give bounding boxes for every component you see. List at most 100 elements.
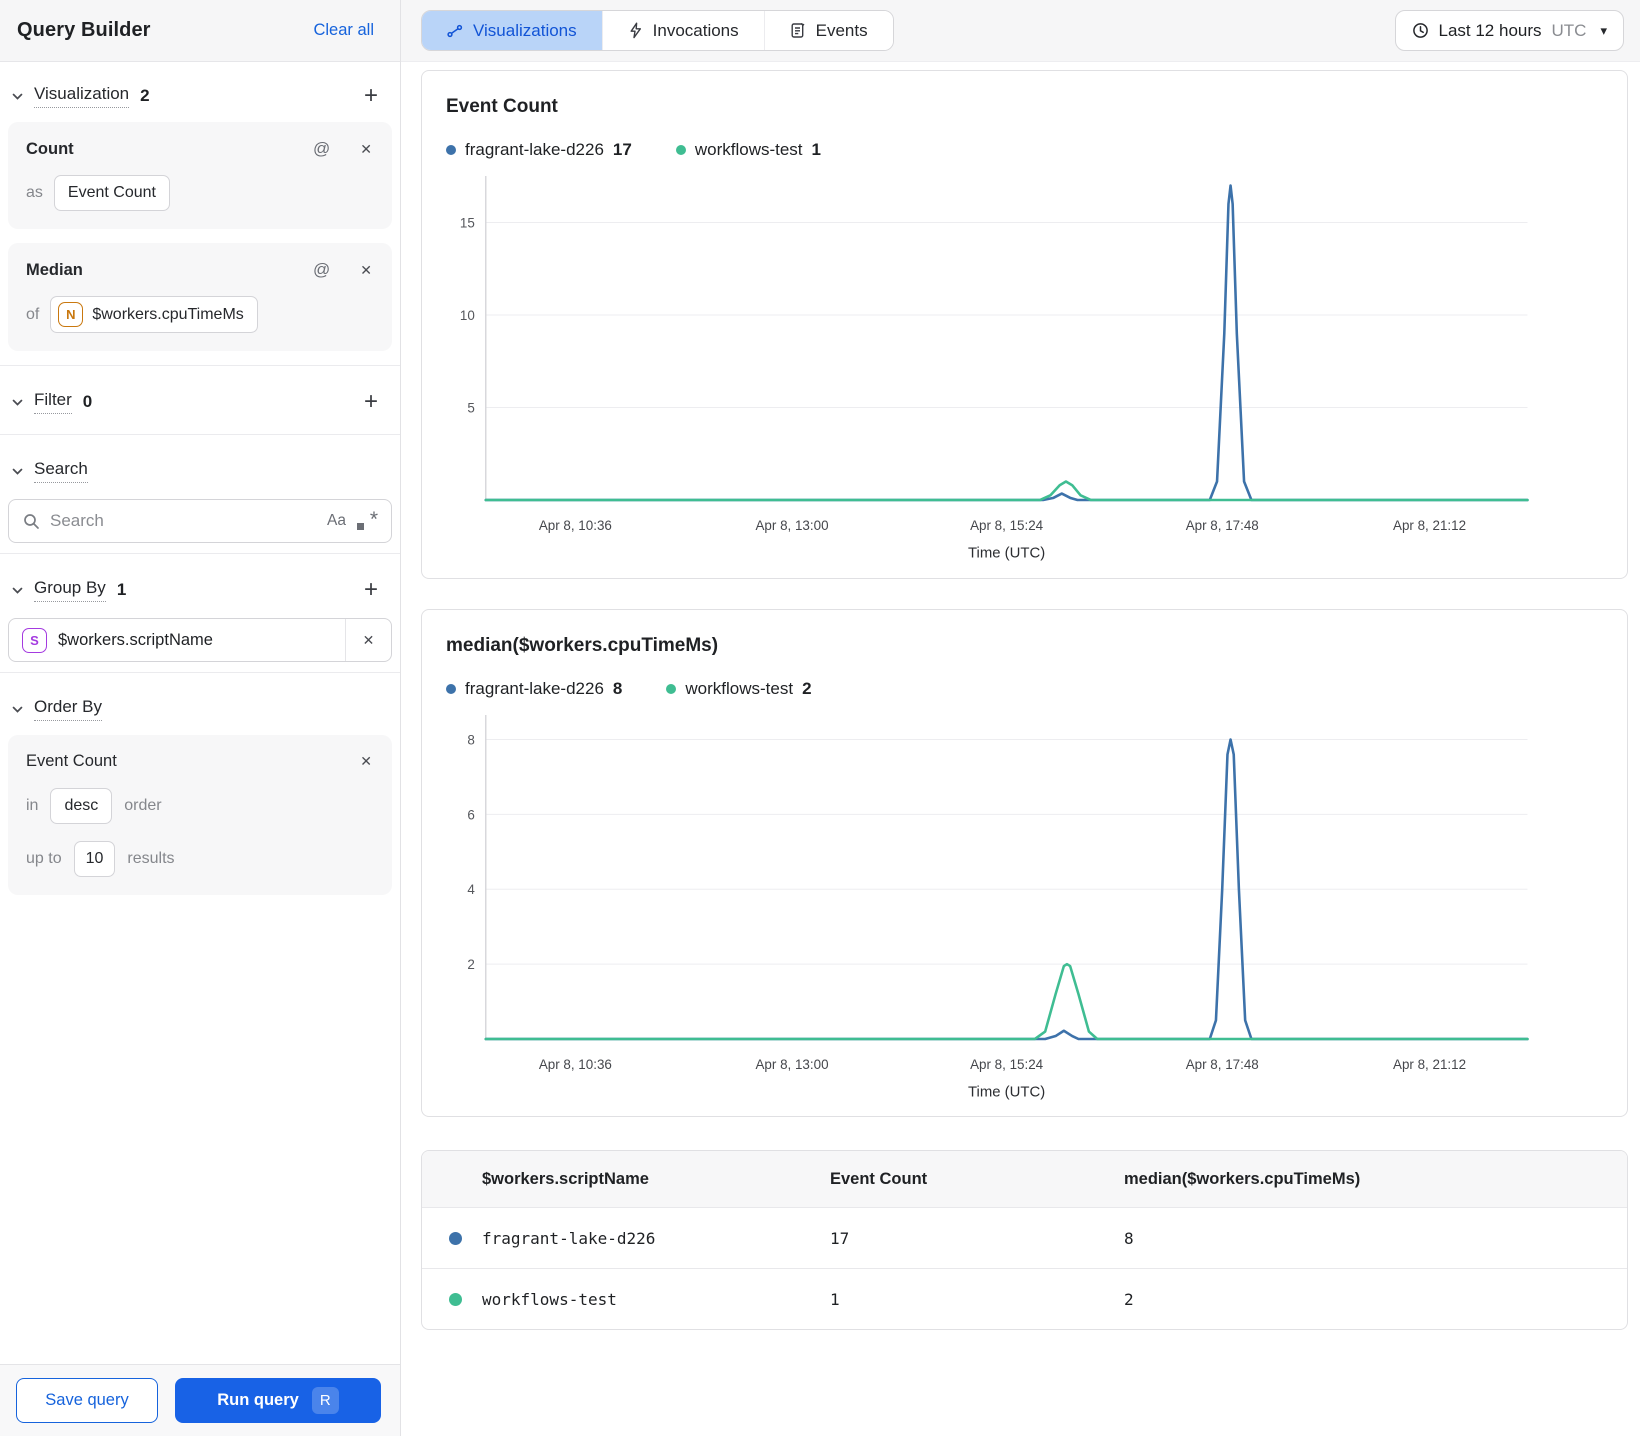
svg-text:Apr 8, 10:36: Apr 8, 10:36: [539, 1056, 612, 1071]
chevron-down-icon[interactable]: [10, 464, 25, 479]
chart-title: Event Count: [446, 96, 558, 117]
visualization-card-count: Count @ ✕ as Event Count: [8, 122, 392, 229]
visualization-card-median: Median @ ✕ of N $workers.cpuTimeMs: [8, 243, 392, 351]
remove-order-by-button[interactable]: ✕: [336, 753, 374, 770]
series-color-dot: [446, 145, 456, 155]
search-input[interactable]: [50, 511, 318, 531]
svg-text:Apr 8, 13:00: Apr 8, 13:00: [755, 1056, 828, 1071]
clear-all-link[interactable]: Clear all: [313, 21, 374, 40]
series-name: fragrant-lake-d226: [465, 140, 604, 159]
table-column-header: Event Count: [830, 1169, 928, 1188]
remove-median-visualization-button[interactable]: ✕: [336, 262, 374, 279]
table-header-row: $workers.scriptName Event Count median($wo…: [422, 1151, 1627, 1208]
group-by-field-row[interactable]: S $workers.scriptName ✕: [8, 618, 392, 662]
add-visualization-button[interactable]: +: [356, 84, 386, 108]
results-label: results: [127, 850, 175, 867]
timezone-label: UTC: [1551, 20, 1587, 40]
group-by-field-name: $workers.scriptName: [58, 630, 213, 649]
event-count-chart-card: Event Count fragrant-lake-d226 17 workflow…: [421, 70, 1628, 579]
series-name: workflows-test: [694, 140, 803, 159]
svg-text:Apr 8, 15:24: Apr 8, 15:24: [970, 1056, 1044, 1071]
run-query-button[interactable]: Run query R: [175, 1378, 381, 1423]
remove-group-by-button[interactable]: ✕: [345, 619, 391, 661]
sidebar-footer: Save query Run query R: [0, 1364, 400, 1436]
time-range-dropdown[interactable]: Last 12 hours UTC ▾: [1394, 10, 1624, 51]
field-chip[interactable]: N $workers.cpuTimeMs: [50, 296, 258, 333]
legend-item-workflows-test[interactable]: workflows-test 2: [666, 678, 812, 699]
series-color-dot: [666, 683, 677, 694]
visualization-section-header: Visualization 2 +: [8, 68, 392, 120]
series-color-dot: [446, 683, 456, 694]
sidebar-body: Visualization 2 + Count @ ✕ as Event Cou…: [0, 62, 400, 1364]
remove-count-visualization-button[interactable]: ✕: [336, 141, 374, 158]
field-name: $workers.cpuTimeMs: [92, 305, 244, 323]
direction-select[interactable]: desc: [50, 788, 113, 824]
series-total: 17: [612, 140, 632, 159]
search-section-label: Search: [34, 459, 88, 483]
divider: [0, 553, 400, 554]
reference-icon[interactable]: @: [307, 260, 336, 280]
tab-visualizations[interactable]: Visualizations: [422, 11, 602, 50]
order-by-field: Event Count: [26, 752, 117, 770]
table-column-header: $workers.scriptName: [482, 1169, 649, 1188]
svg-text:Apr 8, 21:12: Apr 8, 21:12: [1393, 518, 1466, 533]
chevron-down-icon[interactable]: [10, 89, 25, 104]
svg-text:Apr 8, 17:48: Apr 8, 17:48: [1186, 518, 1259, 533]
group-by-count: 1: [116, 580, 127, 599]
event-count-line-chart: 5 10 15 Apr 8, 10:36 Apr 8, 13:00 Apr 8, 15:2…: [460, 175, 1529, 562]
table-cell: fragrant-lake-d226: [482, 1228, 656, 1248]
svg-text:Time (UTC): Time (UTC): [968, 546, 1045, 562]
events-doc-icon: [791, 22, 805, 38]
svg-text:Apr 8, 17:48: Apr 8, 17:48: [1186, 1056, 1259, 1071]
divider: [0, 365, 400, 366]
match-case-toggle[interactable]: Aa: [327, 512, 346, 530]
visualization-count: 2: [140, 86, 150, 105]
svg-text:Apr 8, 21:12: Apr 8, 21:12: [1393, 1056, 1466, 1071]
of-label: of: [26, 305, 40, 323]
series-total: 8: [612, 678, 623, 698]
divider: [0, 434, 400, 435]
reference-icon[interactable]: @: [307, 139, 336, 159]
top-toolbar: Visualizations Invocations Events Last 12 …: [401, 0, 1640, 62]
table-cell: 17: [830, 1228, 850, 1248]
visualization-section-label: Visualization: [34, 84, 130, 108]
tab-label: Events: [815, 20, 868, 40]
group-by-section-label: Group By: [34, 578, 106, 602]
save-query-button[interactable]: Save query: [16, 1378, 158, 1423]
sidebar-header: Query Builder Clear all: [0, 0, 400, 62]
svg-text:4: 4: [467, 882, 475, 897]
add-group-by-button[interactable]: +: [356, 578, 386, 602]
chevron-down-icon[interactable]: [10, 702, 25, 717]
chevron-down-icon[interactable]: [10, 583, 25, 598]
legend-item-fragrant-lake-d226[interactable]: fragrant-lake-d226 17: [446, 140, 632, 160]
string-type-icon: S: [22, 627, 47, 653]
search-icon: [24, 513, 39, 529]
clock-icon: [1412, 23, 1428, 38]
tab-invocations[interactable]: Invocations: [601, 11, 764, 50]
table-row[interactable]: workflows-test 1 2: [422, 1268, 1627, 1329]
table-column-header: median($workers.cpuTimeMs): [1124, 1169, 1361, 1188]
legend-item-fragrant-lake-d226[interactable]: fragrant-lake-d226 8: [446, 679, 622, 699]
series-total: 2: [802, 678, 812, 698]
line-chart-icon: [447, 24, 463, 37]
series-color-dot: [675, 145, 686, 155]
alias-chip[interactable]: Event Count: [53, 175, 170, 211]
app-root: Query Builder Clear all Visualization 2 …: [0, 0, 1640, 1436]
series-name: fragrant-lake-d226: [465, 678, 604, 698]
table-body: fragrant-lake-d226 17 8 workflows-test 1 2: [422, 1207, 1627, 1329]
order-by-section-label: Order By: [34, 697, 103, 721]
aggregation-name: Count: [26, 139, 74, 158]
chevron-down-icon[interactable]: [10, 395, 25, 410]
divider: [0, 672, 400, 673]
svg-text:2: 2: [467, 957, 474, 972]
table-row[interactable]: fragrant-lake-d226 17 8: [422, 1207, 1627, 1268]
order-label: order: [124, 797, 162, 814]
series-color-dot: [449, 1231, 462, 1245]
legend-item-workflows-test[interactable]: workflows-test 1: [675, 140, 821, 160]
filter-count: 0: [82, 392, 93, 411]
limit-input[interactable]: 10: [73, 841, 116, 877]
tab-events[interactable]: Events: [763, 11, 893, 50]
search-section-header: Search: [8, 443, 392, 495]
regex-toggle[interactable]: *: [356, 508, 378, 532]
add-filter-button[interactable]: +: [356, 390, 386, 414]
